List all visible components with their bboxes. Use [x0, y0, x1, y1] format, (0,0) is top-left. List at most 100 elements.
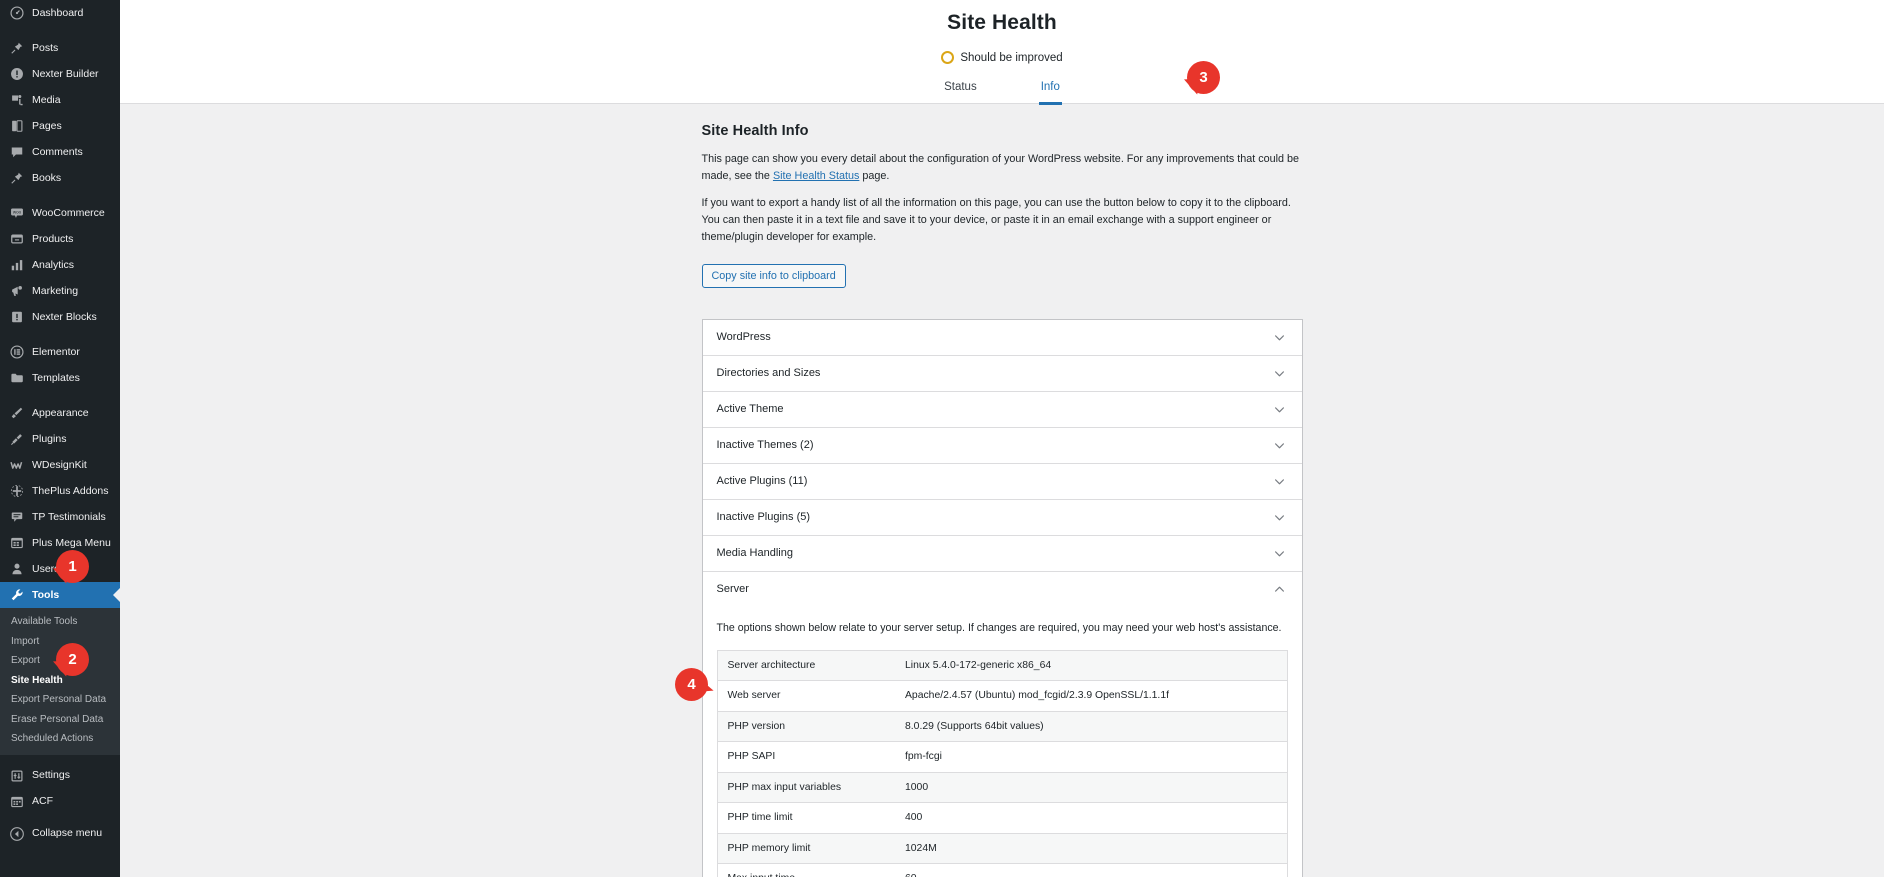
sidebar-item-label: TP Testimonials [32, 510, 106, 523]
table-row: PHP version 8.0.29 (Supports 64bit values… [717, 711, 1287, 742]
submenu-item-scheduled-actions[interactable]: Scheduled Actions [0, 729, 120, 749]
section-heading: Site Health Info [701, 123, 809, 139]
sidebar-item-label: Settings [32, 769, 70, 782]
tools-submenu: Available Tools Import Export Site Health Ex… [0, 608, 120, 755]
accordion-header-inactive-themes-2-[interactable]: Inactive Themes (2) [702, 427, 1302, 463]
submenu-item-erase-personal-data[interactable]: Erase Personal Data [0, 710, 120, 730]
accordion-label: Inactive Themes (2) [716, 439, 814, 452]
table-cell-key: Web server [727, 690, 781, 702]
folder-icon [9, 370, 25, 386]
sidebar-item-dashboard[interactable]: Dashboard [0, 0, 120, 26]
sidebar-item-elementor[interactable]: Elementor [0, 339, 120, 365]
sidebar-item-nexter-blocks[interactable]: Nexter Blocks [0, 304, 120, 330]
sidebar-item-marketing[interactable]: Marketing [0, 278, 120, 304]
accordion-header-active-plugins-11-[interactable]: Active Plugins (11) [702, 463, 1302, 499]
accordion-label: Inactive Plugins (5) [716, 511, 811, 524]
accordion-header-media-handling[interactable]: Media Handling [702, 535, 1302, 571]
accordion-header-inactive-plugins-5-[interactable]: Inactive Plugins (5) [702, 499, 1302, 535]
sidebar-item-comments[interactable]: Comments [0, 139, 120, 165]
table-row: PHP time limit 400 [717, 802, 1287, 834]
sidebar-item-label: Plus Mega Menu [32, 536, 111, 549]
sidebar-item-pages[interactable]: Pages [0, 113, 120, 139]
elementor-icon [9, 344, 25, 360]
table-row: Web server Apache/2.4.57 (Ubuntu) mod_fcg… [717, 680, 1287, 712]
accordion-header-wordpress[interactable]: WordPress [702, 319, 1302, 355]
table-cell-key: Max input time [717, 864, 895, 877]
pin-icon [9, 40, 25, 56]
sidebar-item-label: Dashboard [32, 6, 84, 19]
megaphone-icon [9, 283, 25, 299]
status-ring-icon [941, 51, 955, 64]
sidebar-item-plugins[interactable]: Plugins [0, 426, 120, 452]
submenu-item-export[interactable]: Export [0, 651, 120, 671]
acf-grid-icon [9, 794, 25, 810]
table-cell-key: PHP version [727, 720, 786, 732]
table-row: Max input time60 [717, 863, 1287, 877]
submenu-item-export-personal-data[interactable]: Export Personal Data [0, 690, 120, 710]
accordion-header-directories-and-sizes[interactable]: Directories and Sizes [702, 355, 1302, 391]
grid-icon [9, 535, 25, 551]
sidebar-item-woocommerce[interactable]: woo WooCommerce [0, 200, 120, 226]
table-cell-value: Linux 5.4.0-172-generic x86_64 [905, 659, 1052, 671]
sidebar-item-label: Elementor [32, 345, 80, 358]
sidebar-item-acf[interactable]: ACF [0, 789, 120, 815]
sidebar-item-label: Pages [32, 119, 62, 132]
sidebar-item-settings[interactable]: Settings [0, 763, 120, 789]
sidebar-bottom-menu: Settings ACF [0, 763, 120, 815]
media-icon [9, 92, 25, 108]
sidebar-item-posts[interactable]: Posts [0, 35, 120, 61]
chevron-down-icon [1273, 547, 1286, 560]
sidebar-item-products[interactable]: Products [0, 226, 120, 252]
sidebar-item-books[interactable]: Books [0, 165, 120, 191]
tab-status[interactable]: Status [942, 79, 979, 105]
collapse-menu-button[interactable]: Collapse menu [0, 821, 120, 847]
table-cell-key: PHP time limit [727, 812, 793, 824]
accordion-label: WordPress [716, 331, 771, 344]
sidebar-item-label: Posts [32, 41, 59, 54]
server-section-note: The options shown below relate to your s… [716, 621, 1282, 634]
wrench-icon [9, 587, 25, 603]
intro-paragraph-1: This page can show you every detail abou… [702, 151, 1303, 184]
comment-icon [9, 144, 25, 160]
submenu-item-import[interactable]: Import [0, 632, 120, 652]
chevron-down-icon [1273, 403, 1286, 416]
sidebar-item-label: Analytics [32, 258, 75, 271]
sidebar-separator [0, 391, 120, 400]
page-title: Site Health [947, 11, 1057, 34]
sidebar-item-appearance[interactable]: Appearance [0, 400, 120, 426]
tab-info[interactable]: Info [1038, 79, 1062, 105]
table-row: PHP max input variables 1000 [717, 772, 1287, 803]
woocommerce-icon: woo [9, 205, 25, 221]
site-health-status-link[interactable]: Site Health Status [773, 170, 859, 182]
submenu-item-site-health[interactable]: Site Health [0, 671, 120, 691]
sidebar-item-analytics[interactable]: Analytics [0, 252, 120, 278]
sidebar-item-label: Products [32, 232, 74, 245]
sidebar-item-users[interactable]: Users [0, 556, 120, 582]
chevron-down-icon [1273, 475, 1286, 488]
sidebar-item-label: ThePlus Addons [32, 484, 109, 497]
site-health-tabs: Status Info [120, 79, 1884, 105]
sidebar-item-nexter-builder[interactable]: Nexter Builder [0, 61, 120, 87]
accordion-header-server[interactable]: Server [702, 571, 1302, 607]
table-row: PHP memory limit 1024M [717, 833, 1287, 864]
submenu-item-available-tools[interactable]: Available Tools [0, 612, 120, 632]
sidebar-item-label: Comments [32, 145, 83, 158]
sidebar-item-wdesignkit[interactable]: WDesignKit [0, 452, 120, 478]
table-cell-value: 60 [895, 864, 1287, 877]
accordion-label: Server [716, 583, 749, 596]
sidebar-item-theplus-addons[interactable]: ThePlus Addons [0, 478, 120, 504]
paintbrush-icon [9, 405, 25, 421]
sidebar-item-media[interactable]: Media [0, 87, 120, 113]
copy-site-info-button[interactable]: Copy site info to clipboard [701, 263, 846, 288]
chevron-up-icon [1273, 583, 1286, 596]
accordion-header-active-theme[interactable]: Active Theme [702, 391, 1302, 427]
admin-sidebar: Dashboard Posts Nexter Builder Media Pages Co… [0, 0, 120, 877]
sidebar-item-templates[interactable]: Templates [0, 365, 120, 391]
sidebar-item-tools[interactable]: Tools [0, 582, 120, 608]
accordion-section: Active Theme [702, 391, 1302, 428]
table-cell-value: fpm-fcgi [905, 751, 942, 763]
sidebar-item-plus-mega-menu[interactable]: Plus Mega Menu [0, 530, 120, 556]
sidebar-item-tp-testimonials[interactable]: TP Testimonials [0, 504, 120, 530]
table-cell-key: PHP SAPI [727, 751, 776, 763]
chevron-down-icon [1273, 439, 1286, 452]
